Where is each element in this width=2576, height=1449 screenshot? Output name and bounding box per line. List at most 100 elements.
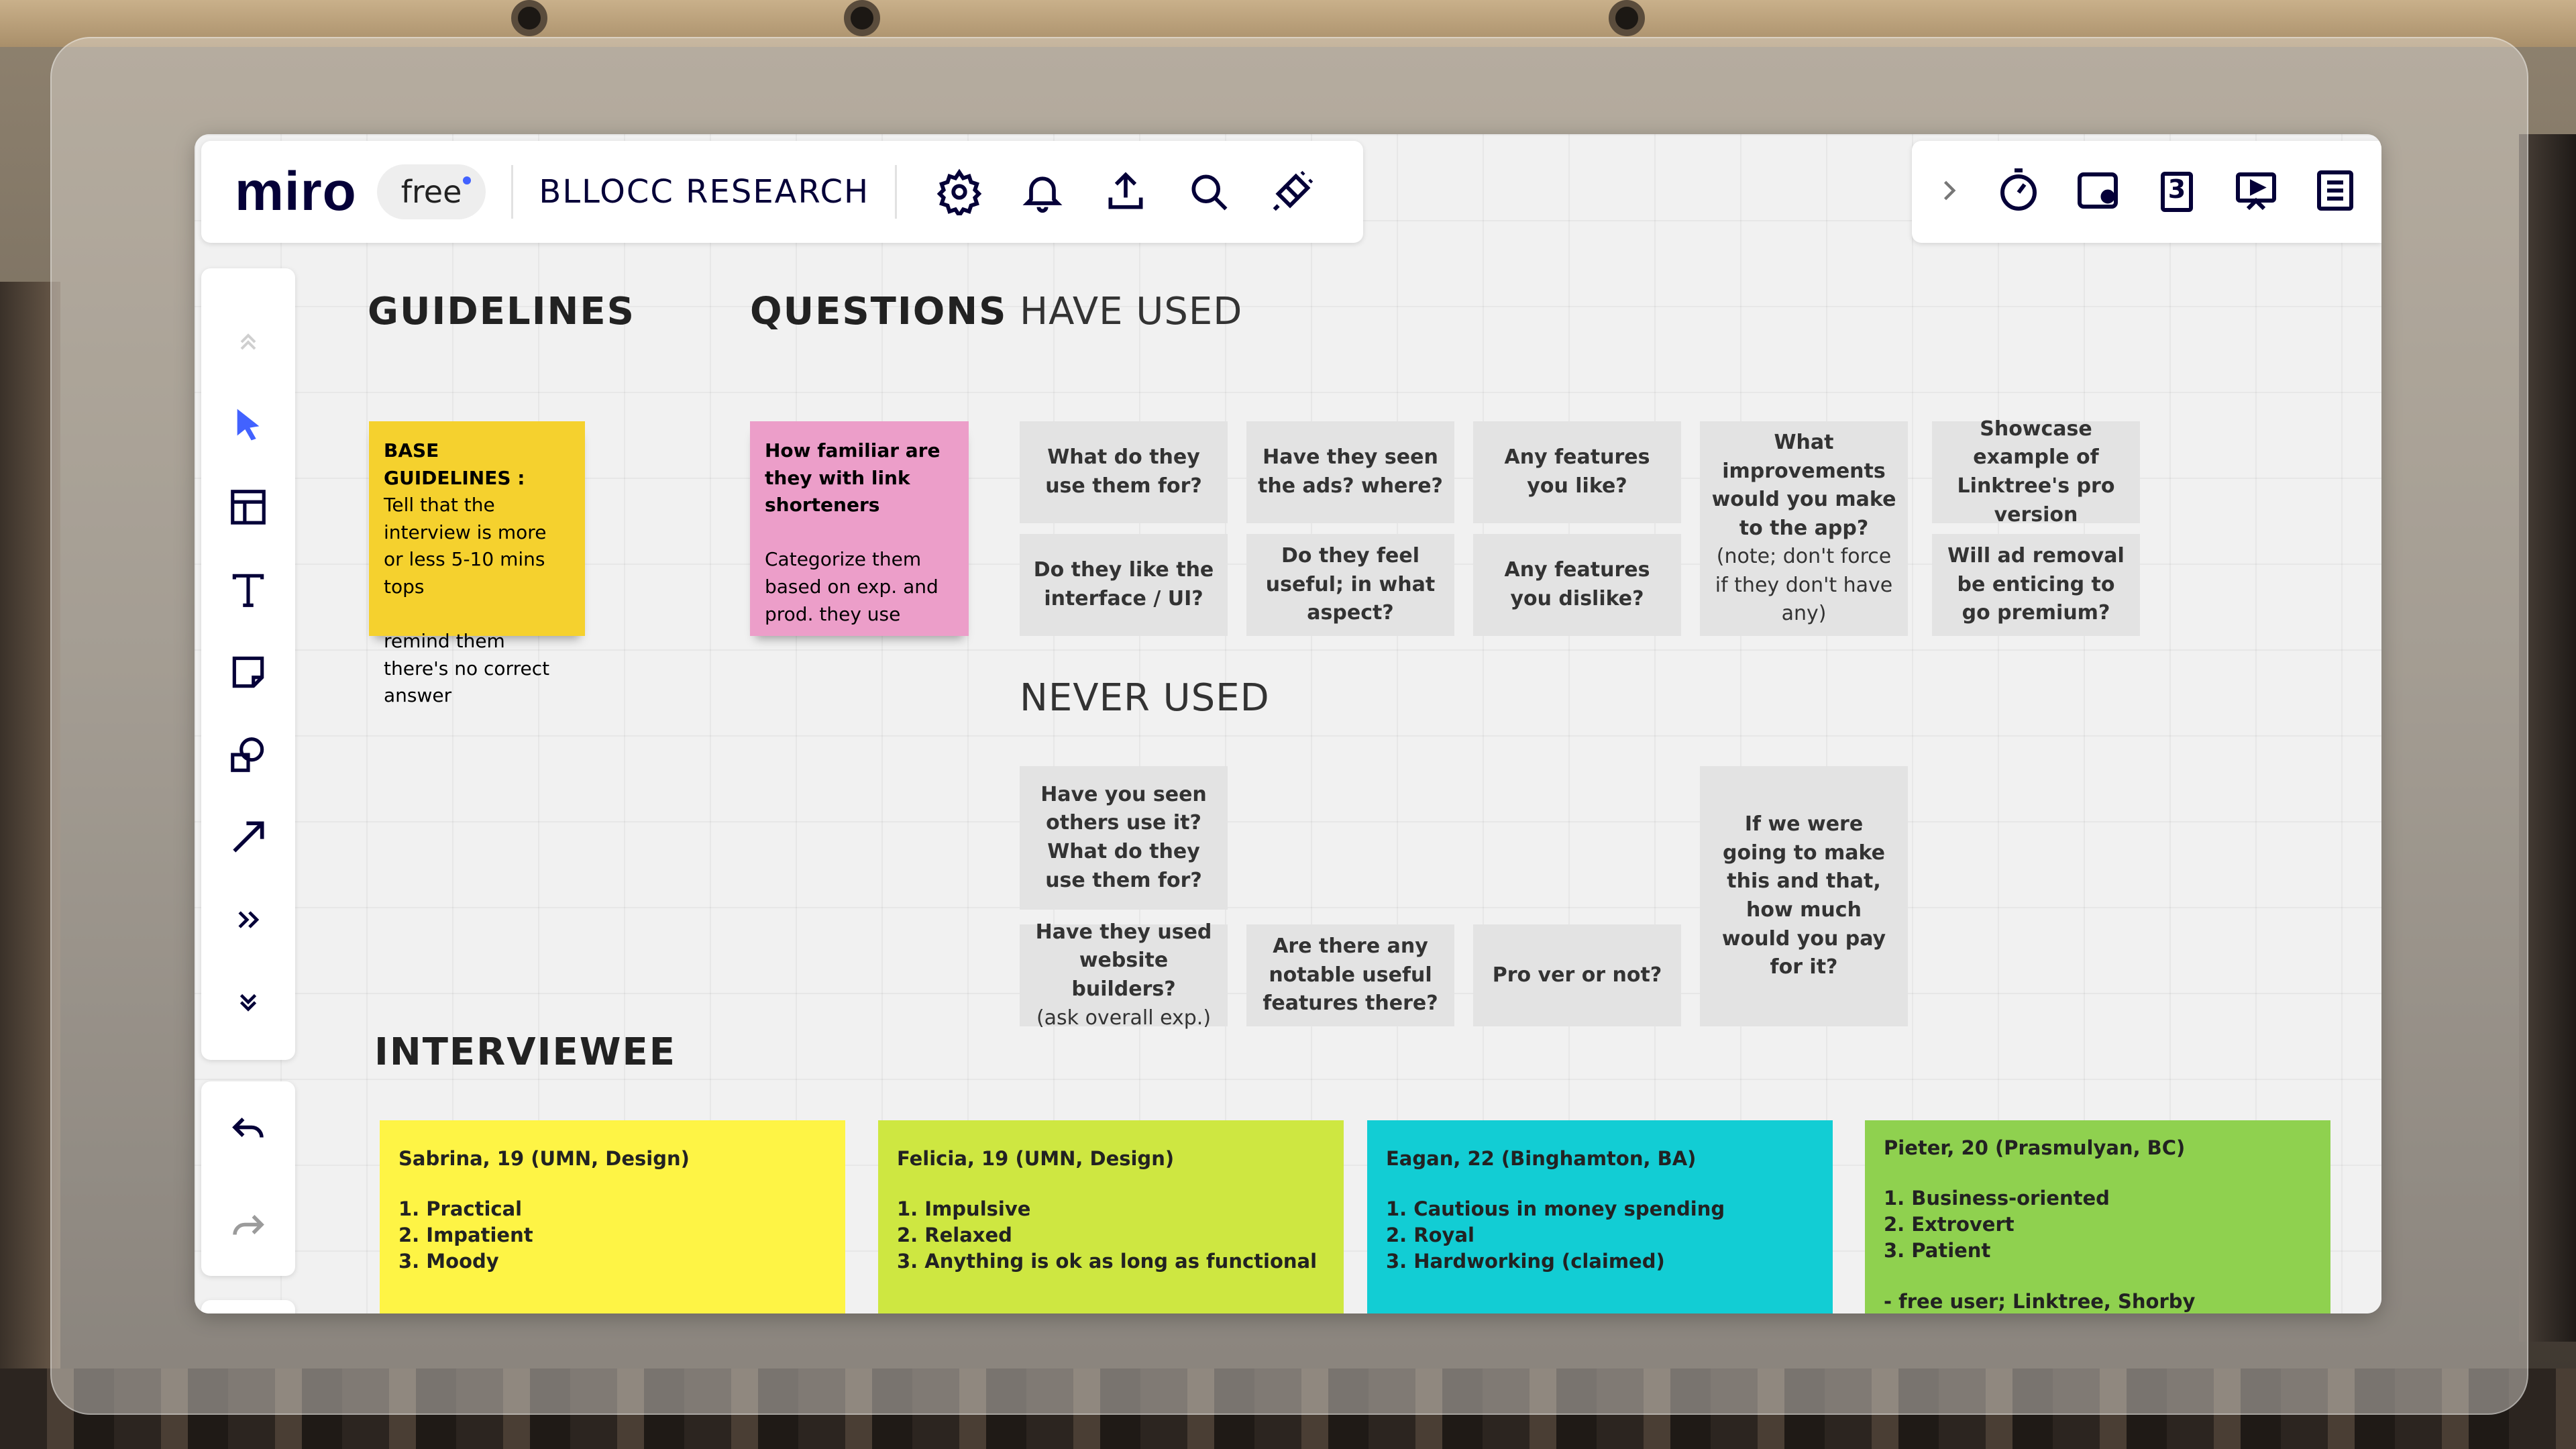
gear-icon[interactable] bbox=[922, 155, 996, 229]
card-text: Any features you dislike? bbox=[1504, 558, 1650, 610]
card-text: If we were going to make this and that, … bbox=[1721, 812, 1886, 979]
templates-icon[interactable] bbox=[211, 470, 285, 544]
left-tool-rail bbox=[201, 268, 295, 1060]
sticky-note-tool-icon[interactable] bbox=[211, 635, 285, 709]
interviewee-name: Pieter, 20 (Prasmulyan, BC) bbox=[1884, 1136, 2186, 1159]
miro-logo: miro bbox=[235, 161, 357, 222]
card-have-used[interactable]: What do they use them for? bbox=[1020, 421, 1228, 523]
board-title[interactable]: BLLOCC RESEARCH bbox=[539, 173, 869, 211]
card-have-used[interactable]: Any features you like? bbox=[1473, 421, 1681, 523]
card-text: Showcase example of Linktree's pro versi… bbox=[1957, 417, 2115, 527]
more-tools-icon[interactable] bbox=[211, 883, 285, 957]
card-text: Do they like the interface / UI? bbox=[1033, 558, 1214, 610]
guidelines-sticky-title: BASE GUIDELINES : bbox=[384, 439, 525, 489]
heading-guidelines: GUIDELINES bbox=[368, 290, 635, 333]
questions-sticky-body: Categorize them based on exp. and prod. … bbox=[765, 548, 938, 625]
collapse-down-icon[interactable] bbox=[211, 965, 285, 1039]
heading-interviewee: INTERVIEWEE bbox=[374, 1030, 676, 1074]
heading-have-used: HAVE USED bbox=[1020, 290, 1243, 333]
interviewee-trait: 1. Practical bbox=[398, 1197, 523, 1221]
rail-stub bbox=[201, 1300, 295, 1313]
interviewee-trait: 3. Moody bbox=[398, 1250, 499, 1273]
sticky-card-icon[interactable] bbox=[2074, 166, 2122, 217]
interviewee-sticky[interactable]: Eagan, 22 (Binghamton, BA) 1. Cautious i… bbox=[1367, 1120, 1833, 1313]
background-hook bbox=[1609, 0, 1645, 36]
bell-icon[interactable] bbox=[1006, 155, 1079, 229]
interviewee-name: Eagan, 22 (Binghamton, BA) bbox=[1386, 1147, 1697, 1170]
card-have-used[interactable]: Do they like the interface / UI? bbox=[1020, 534, 1228, 636]
interviewee-trait: 1. Impulsive bbox=[897, 1197, 1031, 1221]
upload-icon[interactable] bbox=[1089, 155, 1163, 229]
card-have-used[interactable]: Will ad removal be enticing to go premiu… bbox=[1932, 534, 2140, 636]
redo-icon[interactable] bbox=[228, 1206, 268, 1249]
background-hook bbox=[511, 0, 547, 36]
interviewee-trait: 2. Impatient bbox=[398, 1224, 533, 1247]
plan-badge-label: free bbox=[400, 174, 462, 210]
interviewee-trait: 1. Cautious in money spending bbox=[1386, 1197, 1725, 1221]
card-text: Have they used website builders? bbox=[1035, 920, 1212, 1001]
interviewee-sticky[interactable]: Sabrina, 19 (UMN, Design) 1. Practical 2… bbox=[380, 1120, 845, 1313]
card-text: Any features you like? bbox=[1504, 445, 1650, 498]
card-have-used[interactable]: What improvements would you make to the … bbox=[1700, 421, 1908, 636]
undo-icon[interactable] bbox=[228, 1109, 268, 1152]
card-text: What do they use them for? bbox=[1045, 445, 1202, 498]
interviewee-name: Felicia, 19 (UMN, Design) bbox=[897, 1147, 1175, 1170]
questions-sticky-title: How familiar are they with link shortene… bbox=[765, 439, 941, 517]
shapes-tool-icon[interactable] bbox=[211, 718, 285, 792]
guidelines-sticky-body: Tell that the interview is more or less … bbox=[384, 494, 550, 707]
card-have-used[interactable]: Have they seen the ads? where? bbox=[1246, 421, 1454, 523]
interviewee-trait: 1. Business-oriented bbox=[1884, 1187, 2110, 1210]
toolbar-divider bbox=[895, 165, 898, 219]
interviewee-sticky[interactable]: Felicia, 19 (UMN, Design) 1. Impulsive 2… bbox=[878, 1120, 1344, 1313]
timer-icon[interactable] bbox=[1994, 166, 2043, 217]
search-icon[interactable] bbox=[1172, 155, 1246, 229]
toolbar-divider bbox=[511, 165, 514, 219]
card-never-used[interactable]: Have you seen others use it? What do the… bbox=[1020, 766, 1228, 910]
background-hook bbox=[844, 0, 880, 36]
guidelines-sticky[interactable]: BASE GUIDELINES : Tell that the intervie… bbox=[369, 421, 585, 706]
interviewee-sticky[interactable]: Pieter, 20 (Prasmulyan, BC) 1. Business-… bbox=[1865, 1120, 2330, 1313]
history-rail bbox=[201, 1081, 295, 1276]
interviewee-trait: 3. Patient bbox=[1884, 1239, 1991, 1263]
interviewee-trait: 2. Extrovert bbox=[1884, 1213, 2015, 1236]
text-tool-icon[interactable] bbox=[211, 553, 285, 627]
card-text: Do they feel useful; in what aspect? bbox=[1265, 544, 1436, 625]
card-text: Pro ver or not? bbox=[1492, 963, 1662, 987]
chevron-right-icon[interactable] bbox=[1934, 176, 1964, 208]
plan-badge-dot bbox=[463, 176, 472, 184]
card-note: (ask overall exp.) bbox=[1036, 1006, 1212, 1030]
interviewee-trait: 2. Royal bbox=[1386, 1224, 1474, 1247]
questions-sticky[interactable]: How familiar are they with link shortene… bbox=[750, 421, 969, 636]
card-have-used[interactable]: Showcase example of Linktree's pro versi… bbox=[1932, 417, 2140, 527]
heading-never-used: NEVER USED bbox=[1020, 676, 1270, 720]
interviewee-trait: 3. Hardworking (claimed) bbox=[1386, 1250, 1665, 1273]
right-toolbar: 3 bbox=[1912, 141, 2381, 243]
collapse-up-icon[interactable] bbox=[211, 305, 285, 379]
presentation-icon[interactable] bbox=[2232, 166, 2280, 217]
card-note: (note; don't force if they don't have an… bbox=[1715, 545, 1893, 626]
card-never-used[interactable]: Pro ver or not? bbox=[1473, 924, 1681, 1026]
miro-board-window: miro free BLLOCC RESEARCH 3 GUIDELINES Q… bbox=[195, 134, 2381, 1313]
plug-icon[interactable] bbox=[1255, 155, 1329, 229]
connector-arrow-icon[interactable] bbox=[211, 800, 285, 874]
heading-questions: QUESTIONS bbox=[750, 290, 1008, 333]
plan-badge[interactable]: free bbox=[376, 164, 486, 219]
vote-count-icon[interactable]: 3 bbox=[2153, 168, 2201, 216]
interviewee-extra: - free user; Linktree, Shorby bbox=[1884, 1289, 2196, 1313]
card-text: Are there any notable useful features th… bbox=[1263, 934, 1438, 1016]
card-have-used[interactable]: Any features you dislike? bbox=[1473, 534, 1681, 636]
vote-number: 3 bbox=[2167, 174, 2186, 204]
select-cursor-icon[interactable] bbox=[211, 388, 285, 462]
interviewee-trait: 2. Relaxed bbox=[897, 1224, 1012, 1247]
card-never-used[interactable]: Have they used website builders? (ask ove… bbox=[1020, 920, 1228, 1030]
card-have-used[interactable]: Do they feel useful; in what aspect? bbox=[1246, 534, 1454, 636]
card-text: Have you seen others use it? What do the… bbox=[1040, 782, 1207, 892]
card-never-used[interactable]: Are there any notable useful features th… bbox=[1246, 924, 1454, 1026]
interviewee-trait: 3. Anything is ok as long as functional bbox=[897, 1250, 1318, 1273]
card-text: Have they seen the ads? where? bbox=[1258, 445, 1443, 498]
interviewee-name: Sabrina, 19 (UMN, Design) bbox=[398, 1147, 690, 1170]
card-never-used[interactable]: If we were going to make this and that, … bbox=[1700, 766, 1908, 1026]
card-text: What improvements would you make to the … bbox=[1711, 430, 1896, 540]
notes-icon[interactable] bbox=[2311, 166, 2359, 217]
card-text: Will ad removal be enticing to go premiu… bbox=[1947, 544, 2125, 625]
